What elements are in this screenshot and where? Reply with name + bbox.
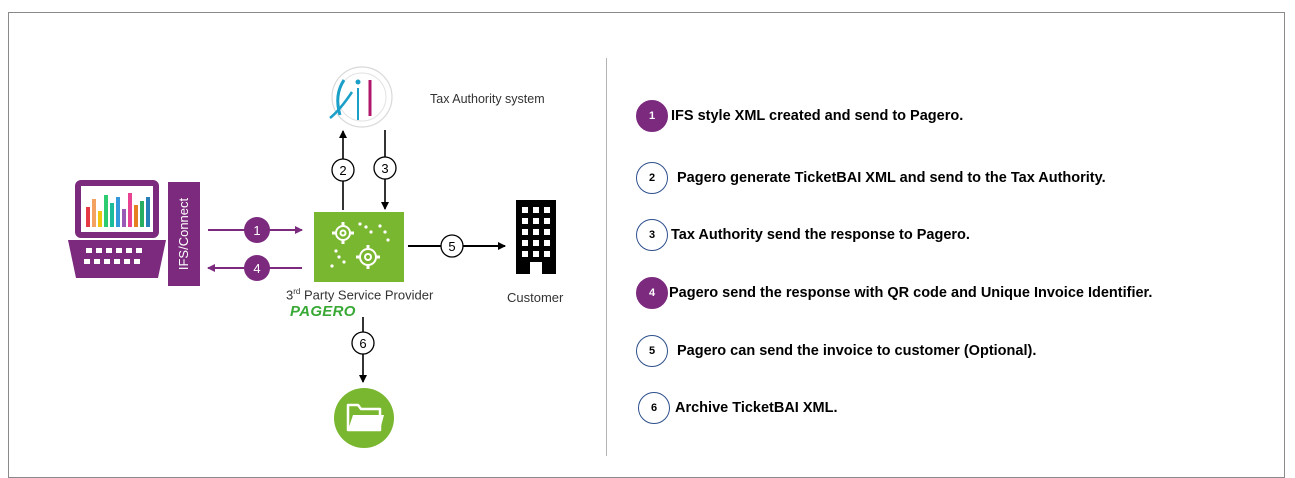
flow-badge-5-text: 5 <box>448 239 455 254</box>
flow-badge-6-text: 6 <box>359 336 366 351</box>
step-text: IFS style XML created and send to Pagero… <box>671 108 964 124</box>
tax-authority-logo-icon <box>329 66 393 128</box>
flow-badge-2-text: 2 <box>339 163 346 178</box>
tax-authority-label: Tax Authority system <box>430 92 545 106</box>
step-item-5: 5 Pagero can send the invoice to custome… <box>636 335 1036 367</box>
step-badge: 5 <box>636 335 668 367</box>
flow-badge-1-text: 1 <box>253 223 260 238</box>
step-text: Tax Authority send the response to Pager… <box>671 227 970 243</box>
pagero-logo: PAGERO <box>290 303 356 320</box>
step-text: Pagero can send the invoice to customer … <box>677 343 1037 359</box>
step-item-6: 6 Archive TicketBAI XML. <box>638 392 838 424</box>
step-text: Pagero generate TicketBAI XML and send t… <box>677 170 1106 186</box>
provider-label: 3rd Party Service Provider <box>286 287 434 303</box>
step-badge: 1 <box>636 100 668 132</box>
building-icon <box>516 200 556 274</box>
ifs-connect-label: IFS/Connect <box>176 197 191 270</box>
laptop-chart-icon <box>68 180 166 278</box>
flow-badge-4-text: 4 <box>253 261 260 276</box>
gears-icon <box>314 212 404 282</box>
step-item-1: 1 IFS style XML created and send to Page… <box>636 100 963 132</box>
flow-badge-3-text: 3 <box>381 161 388 176</box>
step-text: Archive TicketBAI XML. <box>675 400 838 416</box>
step-item-2: 2 Pagero generate TicketBAI XML and send… <box>636 162 1106 194</box>
customer-label: Customer <box>507 290 564 305</box>
step-text: Pagero send the response with QR code an… <box>669 285 1153 301</box>
step-badge: 2 <box>636 162 668 194</box>
step-item-3: 3 Tax Authority send the response to Pag… <box>636 219 970 251</box>
folder-icon <box>334 388 394 448</box>
step-badge: 4 <box>636 277 668 309</box>
step-item-4: 4 Pagero send the response with QR code … <box>636 277 1152 309</box>
step-badge: 6 <box>638 392 670 424</box>
step-badge: 3 <box>636 219 668 251</box>
